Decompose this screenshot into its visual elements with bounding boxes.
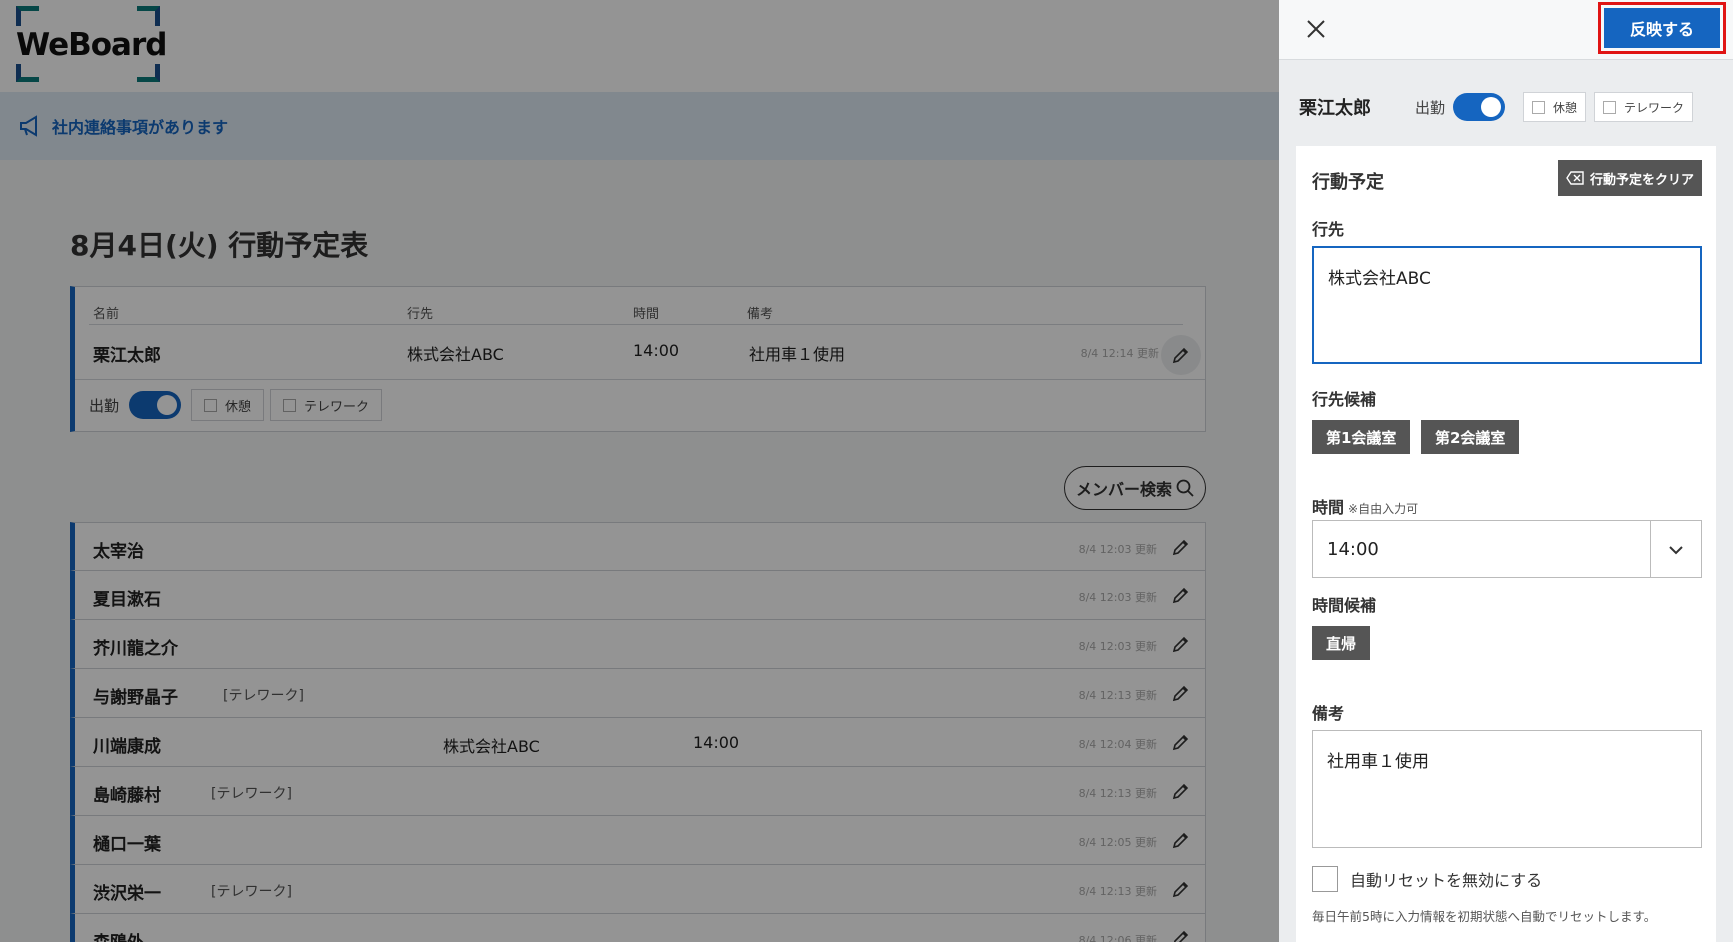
backspace-icon — [1566, 171, 1584, 185]
apply-highlight: 反映する — [1598, 2, 1726, 54]
auto-reset-hint: 毎日午前5時に入力情報を初期状態へ自動でリセットします。 — [1312, 909, 1657, 924]
select-divider — [1650, 521, 1651, 577]
dest-value: 株式会社ABC — [1328, 269, 1431, 289]
auto-reset-checkbox[interactable]: 自動リセットを無効にする — [1312, 866, 1542, 892]
panel-toolbar: 反映する — [1279, 0, 1733, 60]
time-candidates-label: 時間候補 — [1312, 596, 1377, 615]
clear-schedule-button[interactable]: 行動予定をクリア — [1557, 160, 1702, 196]
auto-reset-label: 自動リセットを無効にする — [1350, 871, 1543, 890]
note-value: 社用車１使用 — [1327, 752, 1429, 772]
panel-attendance-toggle[interactable] — [1453, 93, 1506, 121]
panel-attendance-label: 出勤 — [1415, 98, 1446, 117]
panel-break-label: 休憩 — [1553, 100, 1578, 115]
time-label-text: 時間 — [1312, 498, 1345, 517]
modal-overlay[interactable] — [0, 0, 1279, 942]
time-label: 時間 ※自由入力可 — [1312, 494, 1418, 518]
schedule-form: 行動予定 行動予定をクリア 行先 株式会社ABC 行先候補 第1会議室 第2会議… — [1296, 146, 1716, 942]
chevron-down-icon — [1669, 546, 1683, 555]
checkbox-box — [1603, 100, 1617, 114]
dest-candidate-chip[interactable]: 第2会議室 — [1421, 420, 1520, 454]
dest-label: 行先 — [1312, 220, 1345, 239]
close-button[interactable] — [1299, 12, 1333, 46]
panel-user-name: 栗江太郎 — [1299, 98, 1371, 119]
edit-panel: 反映する 栗江太郎 出勤 休憩 テレワーク 行動予定 行動予定をクリア 行先 株… — [1279, 0, 1733, 942]
note-label: 備考 — [1312, 704, 1345, 723]
panel-break-checkbox[interactable]: 休憩 — [1523, 92, 1587, 122]
close-icon — [1307, 20, 1325, 38]
apply-button[interactable]: 反映する — [1604, 8, 1720, 48]
time-value: 14:00 — [1327, 539, 1379, 560]
dest-candidates-label: 行先候補 — [1312, 390, 1377, 409]
panel-status-row: 栗江太郎 出勤 休憩 テレワーク — [1299, 84, 1719, 130]
panel-telework-label: テレワーク — [1624, 100, 1685, 115]
clear-schedule-label: 行動予定をクリア — [1589, 172, 1694, 188]
form-title: 行動予定 — [1312, 172, 1384, 193]
dest-candidate-chip[interactable]: 第1会議室 — [1312, 420, 1411, 454]
panel-telework-checkbox[interactable]: テレワーク — [1594, 92, 1694, 122]
time-select[interactable]: 14:00 — [1312, 520, 1702, 578]
checkbox-box — [1532, 100, 1546, 114]
dest-input[interactable]: 株式会社ABC — [1312, 246, 1702, 364]
note-input[interactable]: 社用車１使用 — [1312, 730, 1702, 848]
time-hint: ※自由入力可 — [1348, 502, 1419, 516]
time-candidate-chip[interactable]: 直帰 — [1312, 626, 1371, 660]
checkbox-box — [1312, 866, 1338, 892]
